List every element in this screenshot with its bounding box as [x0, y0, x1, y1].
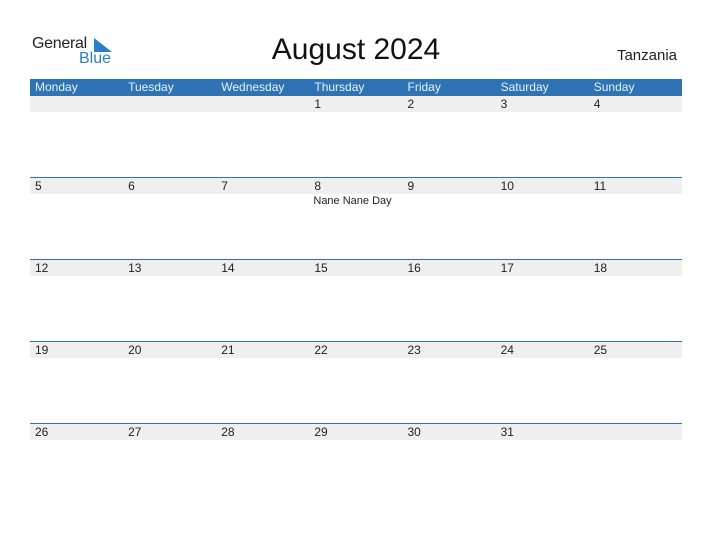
holiday-label [403, 358, 496, 359]
holiday-label [403, 276, 496, 277]
day-number-strip: 26 27 28 29 30 31 [30, 424, 682, 440]
day-number-strip: 5 6 7 8 9 10 11 [30, 178, 682, 194]
day-number: 29 [314, 425, 328, 439]
holiday-label [30, 194, 123, 207]
weekday-thursday: Thursday [314, 80, 365, 94]
day-number: 26 [35, 425, 49, 439]
holiday-label [123, 358, 216, 359]
holiday-label [589, 112, 682, 113]
holiday-label [30, 276, 123, 277]
holiday-label [216, 194, 309, 207]
holiday-label [216, 112, 309, 113]
week-row: 5 6 7 8 9 10 11 Nane Nane Day [30, 177, 682, 259]
weekday-monday: Monday [35, 80, 78, 94]
day-number: 31 [500, 425, 514, 439]
day-number: 9 [407, 179, 415, 193]
weekday-sunday: Sunday [593, 80, 635, 94]
holiday-label [403, 194, 496, 207]
day-number: 19 [35, 343, 49, 357]
events-strip [30, 112, 682, 113]
weekday-wednesday: Wednesday [221, 80, 285, 94]
day-number [216, 96, 309, 112]
holiday-label [216, 276, 309, 277]
events-strip [30, 440, 682, 441]
day-number: 21 [221, 343, 235, 357]
holiday-label [496, 358, 589, 359]
events-strip [30, 358, 682, 359]
holiday-label [123, 276, 216, 277]
day-number: 1 [314, 97, 322, 111]
day-number: 24 [500, 343, 514, 357]
week-row: 26 27 28 29 30 31 [30, 423, 682, 505]
holiday-label [496, 440, 589, 441]
week-row: 1 2 3 4 [30, 96, 682, 177]
day-number [30, 96, 123, 112]
day-number: 22 [314, 343, 328, 357]
holiday-label [403, 112, 496, 113]
weekday-tuesday: Tuesday [128, 80, 174, 94]
holiday-label [30, 358, 123, 359]
holiday-label [123, 440, 216, 441]
events-strip: Nane Nane Day [30, 194, 682, 207]
day-number: 8 [314, 179, 322, 193]
day-number: 25 [593, 343, 608, 357]
day-number: 6 [128, 179, 135, 193]
holiday-label [123, 194, 216, 207]
day-number: 18 [593, 261, 608, 275]
day-number: 5 [35, 179, 42, 193]
day-number: 4 [593, 97, 601, 111]
holiday-label [216, 440, 309, 441]
holiday-label [403, 440, 496, 441]
day-number: 13 [128, 261, 142, 275]
day-number: 12 [35, 261, 49, 275]
week-row: 19 20 21 22 23 24 25 [30, 341, 682, 423]
holiday-label [30, 112, 123, 113]
day-number: 15 [314, 261, 328, 275]
holiday-label [496, 112, 589, 113]
holiday-label [123, 112, 216, 113]
holiday-label [309, 112, 402, 113]
day-number: 23 [407, 343, 421, 357]
day-number: 2 [407, 97, 415, 111]
day-number: 30 [407, 425, 421, 439]
holiday-label [216, 358, 309, 359]
calendar-grid: Monday Tuesday Wednesday Thursday Friday Satu… [30, 79, 682, 505]
day-number: 14 [221, 261, 235, 275]
weekday-header: Monday Tuesday Wednesday Thursday Friday Satu… [30, 79, 682, 96]
day-number: 16 [407, 261, 421, 275]
day-number-strip: 1 2 3 4 [30, 96, 682, 112]
day-number: 3 [500, 97, 508, 111]
day-number [123, 96, 216, 112]
country-label: Tanzania [616, 47, 677, 64]
weekday-friday: Friday [407, 80, 441, 94]
holiday-label [589, 440, 682, 441]
day-number: 10 [500, 179, 514, 193]
holiday-label [496, 276, 589, 277]
day-number: 17 [500, 261, 514, 275]
day-number: 11 [593, 179, 607, 193]
day-number: 28 [221, 425, 235, 439]
holiday-label [589, 276, 682, 277]
holiday-label [30, 440, 123, 441]
day-number-strip: 19 20 21 22 23 24 25 [30, 342, 682, 358]
day-number: 7 [221, 179, 228, 193]
holiday-label [309, 440, 402, 441]
holiday-label [309, 276, 402, 277]
holiday-label [589, 194, 682, 207]
holiday-label [496, 194, 589, 207]
day-number: 27 [128, 425, 142, 439]
weekday-saturday: Saturday [500, 80, 549, 94]
week-row: 12 13 14 15 16 17 18 [30, 259, 682, 341]
page-title: August 2024 [271, 33, 441, 66]
day-number [589, 424, 682, 440]
holiday-label [309, 358, 402, 359]
day-number-strip: 12 13 14 15 16 17 18 [30, 260, 682, 276]
day-number: 20 [128, 343, 142, 357]
holiday-label: Nane Nane Day [313, 195, 392, 207]
holiday-label [589, 358, 682, 359]
events-strip [30, 276, 682, 277]
